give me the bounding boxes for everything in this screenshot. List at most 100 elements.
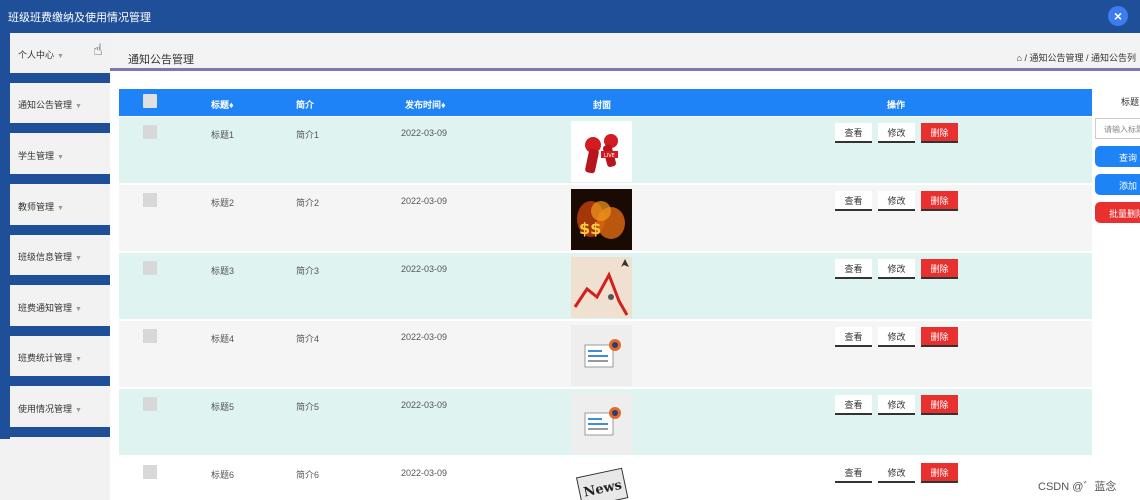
edit-button[interactable]: 修改 xyxy=(878,259,915,279)
svg-text:LIVE: LIVE xyxy=(604,153,615,159)
divider xyxy=(0,174,110,184)
sidebar-item-label: 个人中心 xyxy=(18,50,55,60)
edit-button[interactable]: 修改 xyxy=(878,191,915,211)
table-row: 标题2 简介2 2022-03-09 $$ 查看 修改 删除 xyxy=(119,185,1092,251)
chevron-down-icon: ▼ xyxy=(57,205,64,212)
edit-button[interactable]: 修改 xyxy=(878,463,915,483)
sidebar-item-label: 通知公告管理 xyxy=(18,100,73,110)
page-header: 通知公告管理 ⌂ / 通知公告管理 / 通知公告列 xyxy=(110,33,1140,69)
row-checkbox[interactable] xyxy=(143,125,157,139)
row-date: 2022-03-09 xyxy=(401,128,448,138)
delete-button[interactable]: 删除 xyxy=(921,327,958,347)
falling-chart-image xyxy=(571,257,632,318)
money-fire-image: $$ xyxy=(571,189,632,250)
sidebar-item-label: 教师管理 xyxy=(18,202,55,212)
news-icon-image xyxy=(571,325,632,386)
sidebar-item-label: 班费统计管理 xyxy=(18,353,73,363)
column-header-intro: 简介 xyxy=(296,100,315,110)
delete-button[interactable]: 删除 xyxy=(921,259,958,279)
sidebar-item-label: 学生管理 xyxy=(18,151,55,161)
row-checkbox[interactable] xyxy=(143,397,157,411)
view-button[interactable]: 查看 xyxy=(835,327,872,347)
row-checkbox[interactable] xyxy=(143,261,157,275)
watermark: CSDN @゛蓝念 xyxy=(1038,481,1117,493)
page-title: 通知公告管理 xyxy=(128,54,194,66)
sidebar: 个人中心 ▼ 通知公告管理 ▼ 学生管理 ▼ 教师管理 ▼ 班级信息管理 ▼ 班费通知管理… xyxy=(0,33,110,500)
news-icon-image xyxy=(571,393,632,454)
row-intro: 简介4 xyxy=(296,334,320,344)
row-title: 标题2 xyxy=(211,198,235,208)
chevron-down-icon: ▼ xyxy=(75,407,82,414)
sidebar-item-students[interactable]: 学生管理 ▼ xyxy=(10,134,110,174)
delete-button[interactable]: 删除 xyxy=(921,123,958,143)
table-row: 标题3 简介3 2022-03-09 查看 修改 删除 xyxy=(119,253,1092,319)
close-icon[interactable]: × xyxy=(1108,6,1128,26)
hand-cursor-icon: ☝ xyxy=(93,42,103,59)
column-header-date[interactable]: 发布时间♦ xyxy=(405,98,446,111)
row-intro: 简介2 xyxy=(296,198,320,208)
row-date: 2022-03-09 xyxy=(401,468,448,478)
title-bar: 班级班费缴纳及使用情况管理 × xyxy=(0,0,1140,33)
divider xyxy=(0,275,110,285)
divider xyxy=(0,427,110,437)
search-button[interactable]: 查询 xyxy=(1095,146,1140,167)
chevron-down-icon: ▼ xyxy=(75,356,82,363)
row-title: 标题3 xyxy=(211,266,235,276)
search-input[interactable]: 请输入标题 xyxy=(1095,118,1140,139)
chevron-down-icon: ▼ xyxy=(57,154,64,161)
view-button[interactable]: 查看 xyxy=(835,259,872,279)
row-checkbox[interactable] xyxy=(143,329,157,343)
header-underline xyxy=(110,68,1140,71)
view-button[interactable]: 查看 xyxy=(835,191,872,211)
divider xyxy=(0,123,110,133)
divider xyxy=(0,376,110,386)
edit-button[interactable]: 修改 xyxy=(878,327,915,347)
delete-button[interactable]: 删除 xyxy=(921,395,958,415)
microphone-image: LIVE xyxy=(571,121,632,182)
row-intro: 简介1 xyxy=(296,130,320,140)
row-intro: 简介3 xyxy=(296,266,320,276)
svg-text:$$: $$ xyxy=(579,219,601,238)
batch-delete-button[interactable]: 批量删除 xyxy=(1095,202,1140,223)
search-panel: 标题 请输入标题 查询 添加 批量删除 xyxy=(1093,89,1140,239)
sidebar-item-teachers[interactable]: 教师管理 ▼ xyxy=(10,185,110,225)
row-checkbox[interactable] xyxy=(143,193,157,207)
sidebar-item-class-info[interactable]: 班级信息管理 ▼ xyxy=(10,235,110,275)
edit-button[interactable]: 修改 xyxy=(878,395,915,415)
chevron-down-icon: ▼ xyxy=(75,306,82,313)
chevron-down-icon: ▼ xyxy=(75,103,82,110)
app-title: 班级班费缴纳及使用情况管理 xyxy=(8,12,151,24)
select-all-checkbox[interactable] xyxy=(143,94,157,108)
divider xyxy=(0,73,110,83)
row-date: 2022-03-09 xyxy=(401,196,448,206)
view-button[interactable]: 查看 xyxy=(835,123,872,143)
row-title: 标题1 xyxy=(211,130,235,140)
sidebar-item-fee-stats[interactable]: 班费统计管理 ▼ xyxy=(10,336,110,376)
table-row: 标题4 简介4 2022-03-09 查看 修改 删除 xyxy=(119,321,1092,387)
table-row: 标题5 简介5 2022-03-09 查看 修改 删除 xyxy=(119,389,1092,455)
row-date: 2022-03-09 xyxy=(401,400,448,410)
delete-button[interactable]: 删除 xyxy=(921,463,958,483)
sidebar-item-usage[interactable]: 使用情况管理 ▼ xyxy=(10,387,110,427)
view-button[interactable]: 查看 xyxy=(835,395,872,415)
row-title: 标题5 xyxy=(211,402,235,412)
sidebar-item-notices[interactable]: 通知公告管理 ▼ xyxy=(10,83,110,123)
divider xyxy=(0,326,110,336)
breadcrumb[interactable]: ⌂ / 通知公告管理 / 通知公告列 xyxy=(1017,51,1136,64)
add-button[interactable]: 添加 xyxy=(1095,174,1140,195)
sidebar-item-label: 班级信息管理 xyxy=(18,252,73,262)
edit-button[interactable]: 修改 xyxy=(878,123,915,143)
column-header-actions: 操作 xyxy=(887,100,906,110)
row-checkbox[interactable] xyxy=(143,465,157,479)
sidebar-item-fee-notice[interactable]: 班费通知管理 ▼ xyxy=(10,286,110,326)
chevron-down-icon: ▼ xyxy=(75,255,82,262)
column-header-cover: 封面 xyxy=(593,100,612,110)
view-button[interactable]: 查看 xyxy=(835,463,872,483)
column-header-title[interactable]: 标题♦ xyxy=(211,98,234,111)
row-title: 标题4 xyxy=(211,334,235,344)
table-row: 标题6 简介6 2022-03-09 News 查看 修改 删除 xyxy=(119,457,1092,500)
row-title: 标题6 xyxy=(211,470,235,480)
delete-button[interactable]: 删除 xyxy=(921,191,958,211)
row-date: 2022-03-09 xyxy=(401,332,448,342)
sidebar-item-label: 班费通知管理 xyxy=(18,303,73,313)
